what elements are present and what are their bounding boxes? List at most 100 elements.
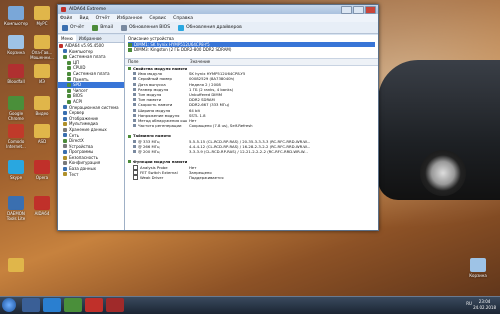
taskbar-ie-icon[interactable] xyxy=(43,298,61,312)
desktop-icon[interactable]: Корзина xyxy=(3,35,29,55)
desktop-icon-label: Comodo Internet... xyxy=(6,139,26,149)
taskbar-chrome-icon[interactable] xyxy=(64,298,82,312)
title-bar[interactable]: AIDA64 Extreme xyxy=(58,5,378,14)
toolbar-button-icon xyxy=(62,24,68,31)
menu-item[interactable]: Вид xyxy=(79,16,88,21)
toolbar-button[interactable]: Отчёт xyxy=(60,24,86,32)
desktop-icon[interactable]: Google Chrome xyxy=(3,96,29,121)
menu-bar: Файл Вид Отчёт Избранное Сервис Справка xyxy=(58,14,378,22)
menu-item[interactable]: Файл xyxy=(60,16,72,21)
nav-tab[interactable]: Меню xyxy=(58,35,76,42)
row-field: Weak Driver xyxy=(125,175,187,181)
tree-item-icon xyxy=(63,122,67,127)
desktop-icon-label: Опа-Гав... Мошенни... xyxy=(30,50,54,60)
content-pane: Описание устройства DIMM1: SK hynix HYMP… xyxy=(125,35,378,230)
field-icon xyxy=(133,144,136,148)
clock-date: 24.02.2018 xyxy=(473,305,496,310)
field-icon xyxy=(133,118,136,122)
desktop-icon[interactable]: DAEMON Tools Lite xyxy=(3,196,29,221)
toolbar-button[interactable]: Обновления драйверов xyxy=(176,24,244,32)
row-value: Поддерживается xyxy=(189,174,224,180)
app-icon xyxy=(61,7,66,12)
desktop-icon-label: DAEMON Tools Lite xyxy=(6,211,26,221)
desktop-icon[interactable]: MyPC xyxy=(29,6,55,26)
field-icon xyxy=(133,93,136,97)
toolbar-button-icon xyxy=(120,24,127,31)
desktop-icon[interactable]: Опа-Гав... Мошенни... xyxy=(29,35,55,60)
column-value[interactable]: Значение xyxy=(187,59,210,65)
tree-item-icon xyxy=(67,60,71,65)
nav-tab[interactable]: Избранное xyxy=(76,35,105,42)
field-icon xyxy=(133,98,136,102)
desktop-icon-label: Google Chrome xyxy=(8,111,24,121)
maximize-button[interactable] xyxy=(353,5,364,14)
tree-item-icon xyxy=(63,166,67,171)
tree-item-icon xyxy=(63,161,67,166)
nav-tabs: Меню Избранное xyxy=(58,35,124,43)
device-item[interactable]: DIMM3: Kingston (2 ГБ DDR2-800 DDR2 SDRA… xyxy=(128,47,375,52)
desktop-icon[interactable]: ASD xyxy=(29,124,55,144)
desktop-icon-label: ИЭ xyxy=(39,79,45,84)
desktop-icon[interactable]: AIDA64 xyxy=(29,196,55,216)
tree-item-icon xyxy=(67,66,71,71)
column-field[interactable]: Поле xyxy=(125,59,187,65)
desktop-icon[interactable]: Корзина xyxy=(465,258,491,278)
nav-pane: Меню Избранное AIDA64 v5.95.4500 Компьютер… xyxy=(58,35,125,230)
tree-item[interactable]: Тест xyxy=(58,172,124,178)
desktop-icon-glyph xyxy=(8,258,24,272)
nav-tree: AIDA64 v5.95.4500 Компьютер Системная плат… xyxy=(58,43,124,177)
memory-module-icon xyxy=(128,42,132,47)
desktop-icon[interactable]: Skype xyxy=(3,160,29,180)
menu-item[interactable]: Отчёт xyxy=(96,16,110,21)
tree-item-icon xyxy=(67,82,71,87)
start-button[interactable] xyxy=(2,298,16,312)
menu-item[interactable]: Сервис xyxy=(149,16,166,21)
device-item-label: DIMM3: Kingston (2 ГБ DDR2-800 DDR2 SDRA… xyxy=(134,47,232,52)
taskbar-opera-icon[interactable] xyxy=(85,298,103,312)
tree-item-icon xyxy=(67,88,71,93)
table-row[interactable]: Weak Driver Поддерживается xyxy=(125,174,378,181)
field-icon xyxy=(133,150,136,154)
desktop-icon-glyph xyxy=(34,6,50,20)
desktop-icon-glyph xyxy=(470,258,486,272)
desktop-icon-label: MyPC xyxy=(36,21,48,26)
toolbar-button-icon xyxy=(92,24,99,31)
menu-item[interactable]: Избранное xyxy=(117,16,143,21)
toolbar-button-label: Обновления драйверов xyxy=(186,25,242,30)
desktop-icon-glyph xyxy=(8,124,24,138)
field-icon xyxy=(133,82,136,86)
language-indicator[interactable]: RU xyxy=(466,301,472,306)
desktop-icon[interactable]: Компьютер xyxy=(3,6,29,26)
field-icon xyxy=(133,108,136,112)
tree-item-icon xyxy=(67,94,71,99)
taskbar: RU 23:04 24.02.2018 xyxy=(0,296,500,314)
tree-item-icon xyxy=(63,155,67,160)
desktop-icon[interactable]: Opera xyxy=(29,160,55,180)
toolbar-button[interactable]: Bmail xyxy=(90,24,115,32)
toolbar: Отчёт Bmail Обновления BIOS Обновления драй… xyxy=(58,22,378,34)
menu-item[interactable]: Справка xyxy=(173,16,193,21)
tree-item-icon xyxy=(63,138,67,143)
device-list: Описание устройства DIMM1: SK hynix HYMP… xyxy=(125,35,378,59)
desktop-icon[interactable]: Bloodfall xyxy=(3,64,29,84)
clock[interactable]: 23:04 24.02.2018 xyxy=(473,299,496,311)
field-icon xyxy=(133,72,136,76)
tree-item-icon xyxy=(63,172,67,177)
taskbar-explorer-icon[interactable] xyxy=(22,298,40,312)
tree-item-icon xyxy=(67,71,71,76)
close-button[interactable] xyxy=(365,5,376,14)
tree-item-icon xyxy=(63,144,67,149)
field-icon xyxy=(133,139,136,143)
desktop-icon[interactable]: Видео xyxy=(29,96,55,116)
taskbar-aida64-icon[interactable] xyxy=(106,298,124,312)
desktop-icon-label: Opera xyxy=(35,175,49,180)
desktop-icon-label: Видео xyxy=(35,111,49,116)
minimize-button[interactable] xyxy=(341,5,352,14)
desktop-icon[interactable]: ИЭ xyxy=(29,64,55,84)
toolbar-button[interactable]: Обновления BIOS xyxy=(119,24,172,32)
column-header: Поле Значение xyxy=(125,59,378,66)
desktop-icon[interactable]: Comodo Internet... xyxy=(3,124,29,149)
desktop-icon[interactable] xyxy=(3,258,29,273)
field-icon xyxy=(128,67,131,71)
field-icon xyxy=(133,87,136,91)
